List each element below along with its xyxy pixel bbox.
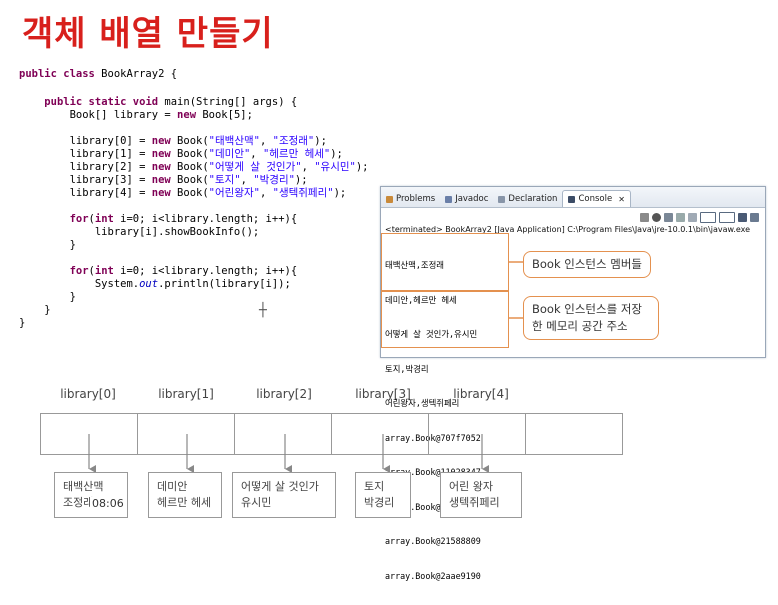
video-timestamp: 08:06 — [90, 497, 126, 510]
book-author: 박경리 — [364, 496, 395, 509]
book-author: 유시민 — [241, 496, 272, 509]
reference-arrows — [88, 434, 489, 473]
book-title: 태백산맥 — [63, 480, 104, 493]
book-title: 어린 왕자 — [449, 480, 493, 493]
book-box-1: 데미안헤르만 헤세 — [148, 472, 222, 518]
book-title: 토지 — [364, 480, 385, 493]
book-box-0: 태백산맥 조정래 — [54, 472, 128, 518]
book-author: 헤르만 헤세 — [157, 496, 212, 509]
book-title: 데미안 — [157, 480, 188, 493]
book-title: 어떻게 살 것인가 — [241, 480, 319, 493]
output-line: array.Book@21588809 — [385, 536, 481, 546]
book-box-2: 어떻게 살 것인가유시민 — [232, 472, 336, 518]
book-box-4: 어린 왕자생텍쥐페리 — [440, 472, 522, 518]
book-box-3: 토지박경리 — [355, 472, 411, 518]
output-line: array.Book@2aae9190 — [385, 570, 481, 581]
book-author: 생텍쥐페리 — [449, 496, 500, 509]
